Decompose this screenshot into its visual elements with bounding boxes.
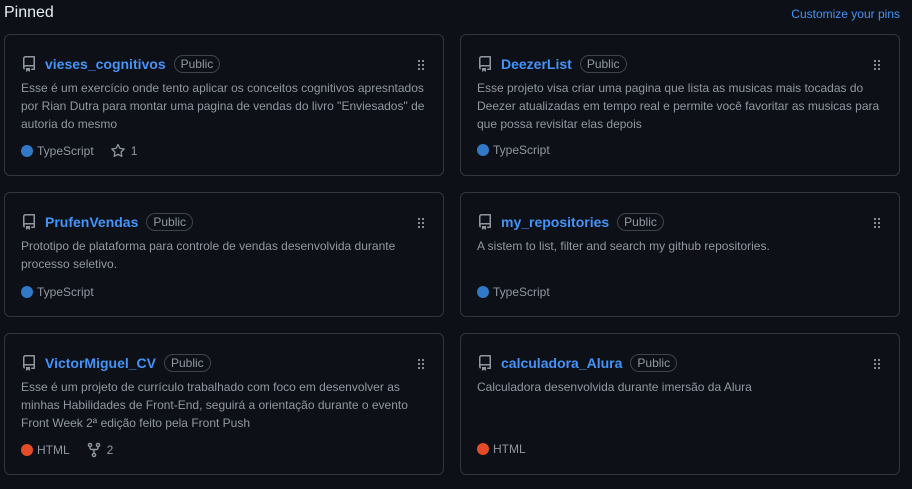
grabber-icon[interactable] bbox=[417, 357, 425, 370]
language-info: TypeScript bbox=[477, 285, 550, 299]
pinned-card: calculadora_Alura Public Calculadora des… bbox=[460, 333, 900, 475]
repo-description: Esse projeto visa criar uma pagina que l… bbox=[477, 81, 880, 131]
pinned-title: Pinned bbox=[4, 4, 54, 21]
repo-name-link[interactable]: my_repositories bbox=[501, 214, 609, 230]
language-label: TypeScript bbox=[37, 285, 94, 299]
visibility-badge: Public bbox=[579, 55, 627, 73]
repo-icon bbox=[21, 355, 37, 371]
grabber-icon[interactable] bbox=[873, 357, 881, 370]
repo-name-link[interactable]: VictorMiguel_CV bbox=[45, 355, 156, 371]
grabber-icon[interactable] bbox=[873, 216, 881, 229]
pinned-card: DeezerList Public Esse projeto visa cria… bbox=[460, 34, 900, 176]
stars-link[interactable]: 1 bbox=[110, 143, 138, 159]
repo-name-link[interactable]: PrufenVendas bbox=[45, 214, 138, 230]
repo-description: Prototipo de plataforma para controle de… bbox=[21, 239, 396, 271]
pinned-card: my_repositories Public A sistem to list,… bbox=[460, 192, 900, 317]
language-color-dot bbox=[477, 144, 489, 156]
repo-description: Calculadora desenvolvida durante imersão… bbox=[477, 380, 752, 394]
repo-icon bbox=[21, 214, 37, 230]
language-label: TypeScript bbox=[37, 144, 94, 158]
repo-icon bbox=[477, 355, 493, 371]
language-info: HTML bbox=[477, 442, 526, 456]
language-label: TypeScript bbox=[493, 143, 550, 157]
repo-name-link[interactable]: DeezerList bbox=[501, 56, 572, 72]
repo-name-link[interactable]: calculadora_Alura bbox=[501, 355, 622, 371]
repo-description: A sistem to list, filter and search my g… bbox=[477, 239, 770, 253]
customize-pins-link[interactable]: Customize your pins bbox=[791, 7, 900, 21]
language-color-dot bbox=[477, 443, 489, 455]
fork-icon bbox=[86, 442, 102, 458]
visibility-badge: Public bbox=[617, 213, 664, 231]
visibility-badge: Public bbox=[146, 213, 194, 231]
language-info: TypeScript bbox=[21, 285, 94, 299]
language-info: TypeScript bbox=[477, 143, 550, 157]
repo-description: Esse é um projeto de currículo trabalhad… bbox=[21, 380, 408, 430]
language-label: TypeScript bbox=[493, 285, 550, 299]
language-info: HTML bbox=[21, 443, 70, 457]
forks-link[interactable]: 2 bbox=[86, 442, 114, 458]
visibility-badge: Public bbox=[164, 354, 211, 372]
grabber-icon[interactable] bbox=[417, 58, 425, 71]
language-color-dot bbox=[477, 286, 489, 298]
repo-icon bbox=[477, 214, 493, 230]
grabber-icon[interactable] bbox=[417, 216, 425, 229]
language-color-dot bbox=[21, 286, 33, 298]
stars-count: 1 bbox=[130, 144, 138, 158]
language-info: TypeScript bbox=[21, 144, 94, 158]
pinned-card: VictorMiguel_CV Public Esse é um projeto… bbox=[4, 333, 444, 475]
forks-count: 2 bbox=[106, 443, 114, 457]
language-color-dot bbox=[21, 145, 33, 157]
grabber-icon[interactable] bbox=[873, 58, 881, 71]
visibility-badge: Public bbox=[630, 354, 678, 372]
repo-description: Esse é um exercício onde tento aplicar o… bbox=[21, 81, 425, 131]
language-label: HTML bbox=[493, 442, 526, 456]
visibility-badge: Public bbox=[173, 55, 221, 73]
repo-icon bbox=[21, 56, 37, 72]
repo-icon bbox=[477, 56, 493, 72]
language-label: HTML bbox=[37, 443, 70, 457]
repo-name-link[interactable]: vieses_cognitivos bbox=[45, 56, 166, 72]
pinned-card: vieses_cognitivos Public Esse é um exerc… bbox=[4, 34, 444, 176]
language-color-dot bbox=[21, 444, 33, 456]
pinned-card: PrufenVendas Public Prototipo de platafo… bbox=[4, 192, 444, 317]
star-icon bbox=[110, 143, 126, 159]
